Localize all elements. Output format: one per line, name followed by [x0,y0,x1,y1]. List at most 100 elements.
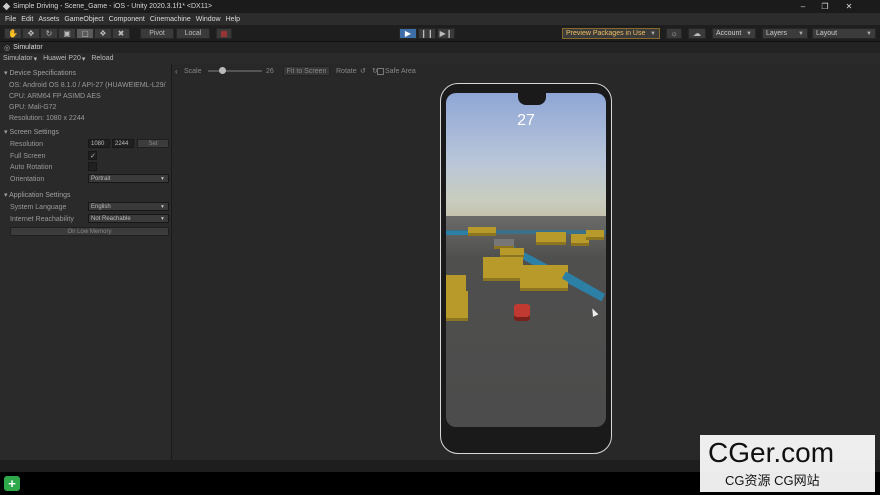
play-button[interactable]: ▶ [399,28,417,39]
screen-settings-header[interactable]: ▾ Screen Settings [4,128,59,136]
local-label: Local [184,30,202,37]
watermark-line1: CGer.com [708,437,835,468]
scale-label: Scale [184,67,202,75]
view-mode-dropdown[interactable]: Simulator [3,55,33,62]
safe-area-label: Safe Area [385,67,416,75]
simulator-tab[interactable]: Simulator [13,44,43,51]
obstacle-block [468,227,496,236]
add-icon[interactable]: + [4,476,20,491]
layers-label: Layers [766,30,788,37]
move-tool-icon[interactable]: ✥ [22,28,40,39]
system-language-value: English [91,203,111,210]
step-button[interactable]: ▶❙ [437,28,455,39]
resolution-width-field[interactable]: 1080 [88,139,110,148]
resolution-width-value: 1080 [91,140,105,147]
title-bar: Simple Driving - Scene_Game - iOS - Unit… [0,0,880,13]
watermark-line2: CG资源 CG网站 [725,473,820,488]
fit-to-screen-label: Fit to Screen [286,67,327,75]
pause-button[interactable]: ❙❙ [418,28,436,39]
auto-rotation-checkbox[interactable] [88,162,97,171]
reachability-value: Not Reachable [91,215,131,222]
reachability-dropdown[interactable]: Not Reachable ▼ [88,214,169,223]
rotate-tool-icon[interactable]: ↻ [40,28,58,39]
menu-edit[interactable]: Edit [21,16,33,23]
obstacle-block [536,232,566,245]
resolution-label: Resolution [10,141,44,148]
menu-file[interactable]: File [5,16,16,23]
menu-gameobject[interactable]: GameObject [64,16,103,23]
scale-tool-icon[interactable]: ▣ [58,28,76,39]
chevron-down-icon: ▼ [160,175,165,182]
chevron-down-icon: ▼ [160,215,165,222]
preview-packages-dropdown[interactable]: Preview Packages in Use ▼ [562,28,660,39]
sun-icon[interactable]: ☼ [666,28,682,39]
orientation-dropdown[interactable]: Portrait ▼ [88,174,169,183]
app-settings-title: Application Settings [9,192,71,199]
main-toolbar: ✋ ✥ ↻ ▣ ▢ ❖ ✖ Pivot Local ▦ ▶ ❙❙ ▶❙ Prev… [0,25,880,42]
layers-dropdown[interactable]: Layers ▼ [762,28,808,39]
fit-to-screen-button[interactable]: Fit to Screen [283,66,330,76]
simulator-toolbar: Simulator ▾ Huawei P20 ▾ Reload [0,53,880,64]
orientation-label: Orientation [10,176,45,183]
scale-slider[interactable] [208,67,262,74]
obstacle-block [483,257,523,281]
menu-window[interactable]: Window [196,16,221,23]
low-memory-label: On Low Memory [67,228,112,235]
orientation-value: Portrait [91,175,111,182]
low-memory-button[interactable]: On Low Memory [10,227,169,236]
menu-help[interactable]: Help [226,16,240,23]
resolution-height-value: 2244 [115,140,129,147]
reload-button[interactable]: Reload [91,55,113,62]
menu-cinemachine[interactable]: Cinemachine [150,16,191,23]
rotate-label: Rotate [336,67,357,75]
rect-tool-icon[interactable]: ▢ [76,28,94,39]
grid-snap-icon[interactable]: ▦ [216,28,232,39]
pivot-toggle[interactable]: Pivot [140,28,174,39]
pivot-label: Pivot [149,30,165,37]
game-screen[interactable] [446,93,606,427]
score-display: 27 [517,112,535,129]
app-settings-header[interactable]: ▾ Application Settings [4,191,71,199]
chevron-down-icon: ▼ [798,30,804,37]
transform-tool-icon[interactable]: ❖ [94,28,112,39]
set-resolution-button[interactable]: Set [137,139,169,148]
menu-assets[interactable]: Assets [38,16,59,23]
minimize-button[interactable]: – [792,0,814,13]
simulator-tab-icon: ◎ [4,44,11,52]
device-dropdown[interactable]: Huawei P20 [43,55,81,62]
custom-tool-icon[interactable]: ✖ [112,28,130,39]
preview-packages-label: Preview Packages in Use [566,30,646,37]
hand-tool-icon[interactable]: ✋ [4,28,22,39]
reachability-label: Internet Reachability [10,216,74,223]
device-specs-title: Device Specifications [9,70,76,77]
settings-panel: ▾ Device Specifications OS: Android OS 8… [0,64,172,460]
menu-component[interactable]: Component [109,16,145,23]
chevron-down-icon: ▼ [160,203,165,210]
system-language-dropdown[interactable]: English ▼ [88,202,169,211]
account-label: Account [716,30,742,37]
chevron-down-icon: ▼ [650,30,656,37]
resolution-height-field[interactable]: 2244 [112,139,134,148]
full-screen-label: Full Screen [10,153,46,160]
rotate-left-icon[interactable]: ↺ [360,67,366,75]
layout-label: Layout [816,30,838,37]
local-toggle[interactable]: Local [176,28,210,39]
restore-button[interactable]: ❐ [814,0,836,13]
window-title: Simple Driving - Scene_Game - iOS - Unit… [13,3,213,10]
scale-slider-handle[interactable] [219,67,227,74]
device-specs-header[interactable]: ▾ Device Specifications [4,69,76,77]
spec-resolution: Resolution: 1080 x 2244 [9,115,85,122]
close-button[interactable]: ✕ [838,0,860,13]
chevron-down-icon: ▼ [746,30,752,37]
chevron-down-icon: ▼ [866,30,872,37]
safe-area-checkbox[interactable] [377,68,384,75]
layout-dropdown[interactable]: Layout ▼ [812,28,876,39]
spec-os: OS: Android OS 8.1.0 / API-27 (HUAWEIEML… [9,82,166,89]
cloud-icon[interactable]: ☁ [688,28,706,39]
full-screen-checkbox[interactable]: ✓ [88,151,97,160]
chevron-down-icon: ▾ [81,55,86,63]
menu-bar: File Edit Assets GameObject Component Ci… [0,13,880,25]
back-chevron-icon[interactable]: ‹ [175,67,178,76]
account-dropdown[interactable]: Account ▼ [712,28,756,39]
auto-rotation-label: Auto Rotation [10,164,53,171]
